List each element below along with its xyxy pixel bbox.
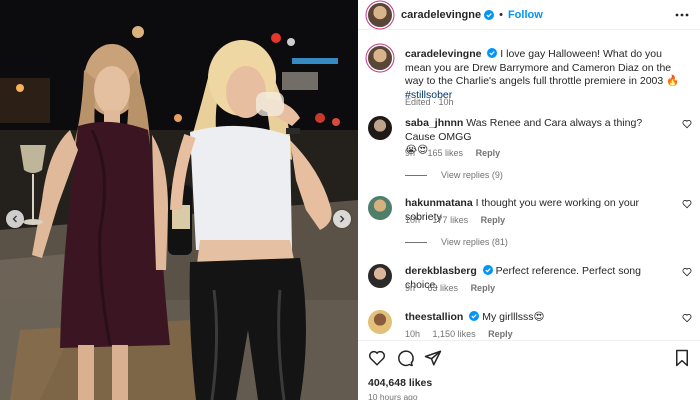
heart-icon[interactable] xyxy=(682,267,692,277)
commenter-username[interactable]: hakunmatana xyxy=(405,197,473,209)
bookmark-icon[interactable] xyxy=(674,349,690,367)
reply-button[interactable]: Reply xyxy=(476,148,501,158)
edited-label: Edited xyxy=(405,97,431,107)
follow-button[interactable]: Follow xyxy=(508,9,543,21)
commenter-avatar[interactable] xyxy=(368,116,392,140)
comment-meta: 9h 63 likes Reply xyxy=(405,283,505,293)
verified-badge-icon xyxy=(487,48,498,58)
replies-line xyxy=(405,174,427,176)
heart-icon[interactable] xyxy=(368,349,386,367)
chevron-left-icon xyxy=(12,215,17,223)
comment-age: 9h xyxy=(405,283,416,293)
caption-author-avatar[interactable] xyxy=(368,46,392,70)
comments-scroll-area[interactable]: caradelevingne I love gay Halloween! Wha… xyxy=(358,34,700,340)
comment-age: 9h xyxy=(405,148,416,158)
caption-text: caradelevingne I love gay Halloween! Wha… xyxy=(405,48,688,102)
comment-age: 10h xyxy=(405,215,421,225)
comment-meta: 10h 177 likes Reply xyxy=(405,215,515,225)
reply-button[interactable]: Reply xyxy=(481,215,506,225)
author-username[interactable]: caradelevingne xyxy=(401,9,481,21)
comment-likes[interactable]: 63 likes xyxy=(428,283,459,293)
comment-likes[interactable]: 177 likes xyxy=(433,215,469,225)
view-replies-label: View replies (81) xyxy=(441,237,508,247)
comment-meta: 10h 1,150 likes Reply xyxy=(405,329,523,339)
share-icon[interactable] xyxy=(424,349,442,367)
edited-time: 10h xyxy=(438,97,454,107)
commenter-username[interactable]: theestallion xyxy=(405,311,463,323)
post-actions-bar: 404,648 likes 10 hours ago xyxy=(358,340,700,400)
commenter-username[interactable]: derekblasberg xyxy=(405,265,477,277)
view-replies-button[interactable]: View replies (81) xyxy=(405,237,508,247)
comment-text: theestallion My girlllsss😍 xyxy=(405,311,670,325)
post-photo xyxy=(0,0,358,400)
comment-likes[interactable]: 1,150 likes xyxy=(433,329,476,339)
comment-icon[interactable] xyxy=(396,349,414,367)
reply-button[interactable]: Reply xyxy=(488,329,513,339)
view-replies-button[interactable]: View replies (9) xyxy=(405,170,503,180)
verified-badge-icon xyxy=(469,311,480,321)
heart-icon[interactable] xyxy=(682,313,692,323)
previous-photo-button[interactable] xyxy=(6,210,24,228)
replies-line xyxy=(405,241,427,243)
heart-icon[interactable] xyxy=(682,199,692,209)
commenter-avatar[interactable] xyxy=(368,264,392,288)
commenter-avatar[interactable] xyxy=(368,196,392,220)
caption-meta: Edited · 10h xyxy=(405,97,454,107)
commenter-username[interactable]: saba_jhnnn xyxy=(405,117,463,129)
reply-button[interactable]: Reply xyxy=(471,283,496,293)
likes-count[interactable]: 404,648 likes xyxy=(368,377,432,389)
post-header: caradelevingne • Follow xyxy=(358,0,700,30)
more-options-icon[interactable] xyxy=(674,7,690,23)
verified-badge-icon xyxy=(484,9,495,20)
post-timestamp[interactable]: 10 hours ago xyxy=(368,392,418,400)
photo-illustration xyxy=(0,0,358,400)
post-details-panel: caradelevingne • Follow caradelevingne I… xyxy=(358,0,700,400)
comment-meta: 9h 165 likes Reply xyxy=(405,148,510,158)
heart-icon[interactable] xyxy=(682,119,692,129)
view-replies-label: View replies (9) xyxy=(441,170,503,180)
verified-badge-icon xyxy=(482,265,493,275)
separator-dot: • xyxy=(499,8,503,21)
caption-username[interactable]: caradelevingne xyxy=(405,48,481,60)
chevron-right-icon xyxy=(340,215,345,223)
comment-body: My girlllsss😍 xyxy=(482,311,545,323)
author-avatar[interactable] xyxy=(368,2,392,27)
next-photo-button[interactable] xyxy=(333,210,351,228)
comment-likes[interactable]: 165 likes xyxy=(428,148,464,158)
comment-age: 10h xyxy=(405,329,421,339)
commenter-avatar[interactable] xyxy=(368,310,392,334)
